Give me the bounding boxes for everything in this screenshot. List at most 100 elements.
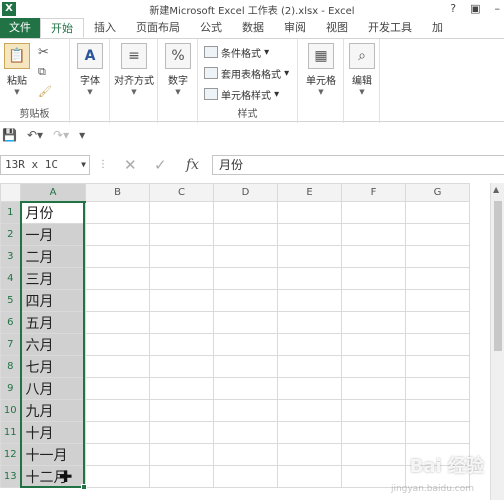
cell-a2[interactable]: 一月	[20, 223, 86, 246]
row-header[interactable]: 8	[0, 355, 22, 378]
cell[interactable]	[405, 245, 470, 268]
copy-icon[interactable]: ⧉	[38, 65, 46, 79]
cell-a5[interactable]: 四月	[20, 289, 86, 312]
cancel-icon[interactable]: ✕	[124, 155, 137, 175]
cell-a10[interactable]: 九月	[20, 399, 86, 422]
cell[interactable]	[341, 311, 406, 334]
cell[interactable]	[341, 201, 406, 224]
cell[interactable]	[85, 355, 150, 378]
fill-handle[interactable]	[81, 484, 87, 490]
cell-a11[interactable]: 十月	[20, 421, 86, 444]
confirm-icon[interactable]: ✓	[154, 155, 167, 175]
cell[interactable]	[213, 289, 278, 312]
cell[interactable]	[213, 223, 278, 246]
cell[interactable]	[405, 223, 470, 246]
cell[interactable]	[277, 377, 342, 400]
cell[interactable]	[149, 333, 214, 356]
cell[interactable]	[213, 201, 278, 224]
cell[interactable]	[277, 245, 342, 268]
row-header[interactable]: 11	[0, 421, 22, 444]
cell-a4[interactable]: 三月	[20, 267, 86, 290]
vertical-scrollbar[interactable]: ▲	[490, 183, 504, 500]
row-header[interactable]: 3	[0, 245, 22, 268]
cell[interactable]	[213, 377, 278, 400]
tab-page-layout[interactable]: 页面布局	[126, 18, 190, 38]
cell[interactable]	[405, 311, 470, 334]
cell[interactable]	[277, 465, 342, 488]
row-header[interactable]: 2	[0, 223, 22, 246]
table-format-button[interactable]: 套用表格格式 ▾	[204, 64, 289, 82]
cell[interactable]	[213, 245, 278, 268]
column-header-e[interactable]: E	[277, 183, 342, 202]
cell[interactable]	[149, 465, 214, 488]
cell[interactable]	[85, 333, 150, 356]
cell[interactable]	[85, 465, 150, 488]
tab-file[interactable]: 文件	[0, 18, 40, 38]
cell[interactable]	[405, 377, 470, 400]
row-header[interactable]: 13	[0, 465, 22, 488]
format-painter-icon[interactable]: 🖌	[38, 85, 52, 98]
tab-developer[interactable]: 开发工具	[358, 18, 422, 38]
cell[interactable]	[405, 355, 470, 378]
cell-a13[interactable]: 十二月	[20, 465, 86, 488]
minimize-icon[interactable]: –	[495, 0, 501, 18]
cell[interactable]	[341, 289, 406, 312]
cell[interactable]	[149, 201, 214, 224]
cell[interactable]	[85, 201, 150, 224]
cell-a3[interactable]: 二月	[20, 245, 86, 268]
conditional-format-button[interactable]: 条件格式 ▾	[204, 43, 269, 61]
cell[interactable]	[277, 289, 342, 312]
cell[interactable]	[405, 421, 470, 444]
cell[interactable]	[277, 201, 342, 224]
cut-icon[interactable]: ✂	[38, 45, 49, 60]
cell[interactable]	[341, 267, 406, 290]
cell[interactable]	[85, 443, 150, 466]
cell[interactable]	[213, 355, 278, 378]
row-header[interactable]: 10	[0, 399, 22, 422]
cell[interactable]	[213, 443, 278, 466]
tab-view[interactable]: 视图	[316, 18, 358, 38]
tab-formulas[interactable]: 公式	[190, 18, 232, 38]
cell[interactable]	[277, 311, 342, 334]
cell[interactable]	[85, 311, 150, 334]
cell-a7[interactable]: 六月	[20, 333, 86, 356]
tab-data[interactable]: 数据	[232, 18, 274, 38]
cell[interactable]	[85, 377, 150, 400]
row-header[interactable]: 5	[0, 289, 22, 312]
font-button[interactable]: A 字体 ▼	[76, 43, 104, 96]
cells-button[interactable]: ▦ 单元格 ▼	[302, 43, 340, 96]
cell[interactable]	[85, 289, 150, 312]
tab-review[interactable]: 审阅	[274, 18, 316, 38]
cell[interactable]	[85, 399, 150, 422]
cell[interactable]	[213, 399, 278, 422]
cell[interactable]	[149, 289, 214, 312]
cell[interactable]	[277, 355, 342, 378]
cell[interactable]	[277, 223, 342, 246]
column-header-c[interactable]: C	[149, 183, 214, 202]
name-box[interactable]: 13R x 1C ▼	[0, 155, 90, 175]
cell[interactable]	[341, 399, 406, 422]
scrollbar-thumb[interactable]	[494, 201, 502, 351]
cell[interactable]	[85, 245, 150, 268]
row-header[interactable]: 7	[0, 333, 22, 356]
cell[interactable]	[341, 377, 406, 400]
cell[interactable]	[341, 333, 406, 356]
cell[interactable]	[85, 421, 150, 444]
cell[interactable]	[341, 421, 406, 444]
tab-insert[interactable]: 插入	[84, 18, 126, 38]
row-header[interactable]: 6	[0, 311, 22, 334]
scroll-up-icon[interactable]: ▲	[493, 185, 499, 194]
cell[interactable]	[405, 201, 470, 224]
cell-styles-button[interactable]: 单元格样式 ▾	[204, 85, 279, 103]
cell[interactable]	[213, 465, 278, 488]
cell[interactable]	[341, 223, 406, 246]
cell[interactable]	[149, 377, 214, 400]
paste-button[interactable]: 📋 粘贴 ▼	[4, 43, 30, 96]
cell[interactable]	[149, 245, 214, 268]
ribbon-display-icon[interactable]: ▣	[470, 0, 480, 18]
cell-a12[interactable]: 十一月	[20, 443, 86, 466]
customize-toolbar-icon[interactable]: ▾	[79, 128, 85, 142]
tab-addins[interactable]: 加	[422, 18, 453, 38]
cell[interactable]	[341, 245, 406, 268]
cell[interactable]	[341, 355, 406, 378]
